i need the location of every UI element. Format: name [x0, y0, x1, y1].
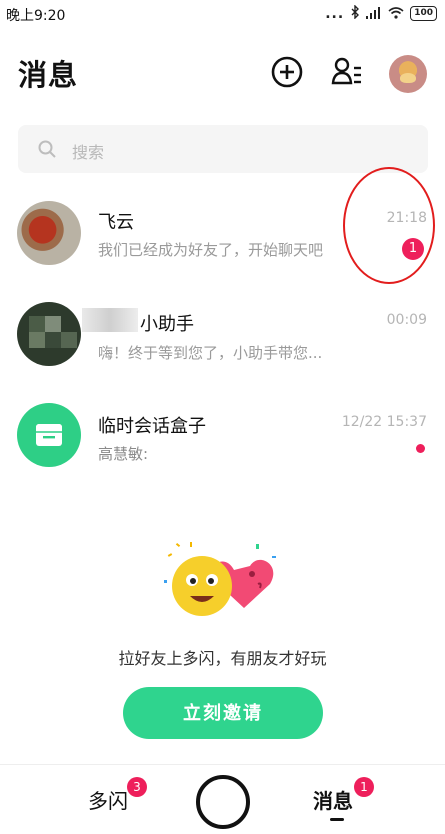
wifi-icon	[388, 4, 404, 23]
message-preview: 高慧敏:	[98, 445, 149, 463]
smiley-heart-illustration	[164, 542, 276, 616]
status-bar: 晚上9:20 ... 100	[0, 0, 445, 30]
unread-dot	[416, 444, 425, 453]
add-button[interactable]	[271, 56, 303, 88]
inbox-icon	[36, 424, 62, 446]
bottom-nav: 多闪 3 消息 1	[0, 764, 445, 834]
search-placeholder: 搜索	[72, 143, 105, 162]
status-icons: ... 100	[325, 4, 437, 23]
status-time: 晚上9:20	[6, 8, 66, 24]
conversation-item[interactable]: 小助手 嗨！终于等到您了，小助手带您... 00:09	[0, 302, 445, 398]
battery-icon: 100	[410, 6, 437, 21]
plus-circle-icon	[271, 56, 303, 88]
message-time: 00:09	[386, 312, 427, 328]
search-input[interactable]: 搜索	[18, 125, 428, 173]
tab-messages-badge: 1	[354, 777, 374, 797]
signal-icon	[366, 4, 382, 23]
tab-duoshan-badge: 3	[127, 777, 147, 797]
contact-name: 小助手	[140, 314, 194, 335]
message-preview: 我们已经成为好友了，开始聊天吧	[98, 241, 324, 259]
contact-name: 飞云	[98, 212, 134, 233]
message-time: 12/22 15:37	[341, 414, 427, 430]
chat-box-avatar	[17, 403, 81, 467]
invite-prompt: 拉好友上多闪，有朋友才好玩	[118, 649, 327, 668]
contact-name: 临时会话盒子	[98, 416, 206, 437]
blurred-name-prefix	[82, 308, 138, 332]
tab-duoshan[interactable]: 多闪	[88, 785, 128, 814]
contact-avatar	[17, 302, 81, 366]
user-avatar[interactable]	[389, 55, 427, 93]
bluetooth-icon	[350, 4, 360, 23]
search-icon	[38, 140, 56, 158]
camera-button[interactable]	[196, 775, 250, 829]
contacts-list-icon	[331, 57, 361, 85]
page-title: 消息	[18, 58, 79, 92]
smiley-icon	[172, 556, 232, 616]
tab-messages[interactable]: 消息	[313, 785, 353, 814]
conversation-item[interactable]: 临时会话盒子 高慧敏: 12/22 15:37	[0, 403, 445, 499]
message-preview: 嗨！终于等到您了，小助手带您...	[98, 344, 323, 362]
contact-avatar	[17, 201, 81, 265]
annotation-circle	[343, 167, 435, 284]
invite-button[interactable]: 立刻邀请	[123, 687, 323, 739]
contacts-button[interactable]	[331, 56, 363, 88]
signal-dots: ...	[325, 5, 345, 22]
active-tab-indicator	[330, 818, 344, 821]
